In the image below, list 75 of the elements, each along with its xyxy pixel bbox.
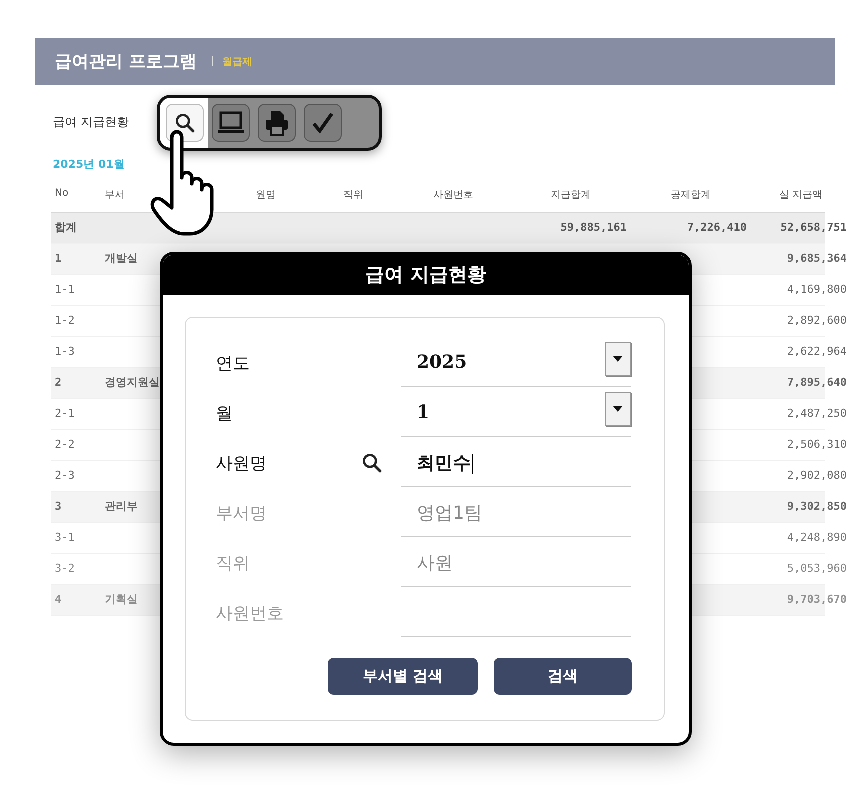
table-cell-text: 2,487,250 [786,406,848,422]
column-header: 지급합계 [550,189,592,203]
input-field[interactable]: 최민수 [401,440,631,486]
table-cell-text: 2 [54,375,63,391]
field-label: 직위 [216,552,251,574]
section-title: 급여 지급현황 [53,114,129,130]
table-cell-text: 3-1 [54,530,76,546]
table-cell-text: 기획실 [104,592,139,608]
column-header: No [54,187,70,201]
dropdown-button[interactable] [605,342,631,376]
field-label: 사원명 [216,452,268,474]
table-cell-text: 3 [54,499,63,515]
table-cell-text: 52,658,751 [780,220,848,236]
table-cell-text: 4,169,800 [786,282,848,298]
search-button[interactable]: 부서별 검색 [328,658,478,695]
period-label: 2025년 01월 [53,158,125,171]
select-field[interactable]: 1 [401,390,631,436]
table-cell-text: 2,622,964 [786,344,848,360]
table-cell-text: 9,302,850 [786,499,848,515]
printer-icon [265,110,289,136]
table-cell-text: 4 [54,592,63,608]
toolbar-button[interactable] [258,104,296,142]
dropdown-button[interactable] [605,392,631,426]
pay-mode-label: 월급제 [222,56,252,68]
table-cell-text: 2-2 [54,437,76,453]
column-header: 실 지급액 [778,189,824,203]
table-cell-text: 7,226,410 [686,220,748,236]
table-cell-text: 4,248,890 [786,530,848,546]
table-cell-text: 합계 [54,220,78,236]
app-title: 급여관리 프로그램 [55,51,197,73]
select-field[interactable]: 2025 [401,340,631,386]
field-value: 최민수 [417,452,473,474]
table-cell-text: 관리부 [104,499,139,515]
field-value: 영업1팀 [417,502,482,524]
check-icon [311,111,335,135]
table-cell-text: 1-3 [54,344,76,360]
search-button[interactable]: 검색 [494,658,632,695]
column-header: 공제합계 [670,189,712,203]
caret-icon [613,356,623,362]
table-cell-text: 7,895,640 [786,375,848,391]
column-header: 부서 [104,189,126,203]
table-cell-text: 5,053,960 [786,561,848,577]
table-cell-text: 3-2 [54,561,76,577]
dialog-title: 급여 지급현황 [163,255,689,295]
caret-icon [613,406,623,412]
table-cell-text: 2-3 [54,468,76,484]
field-label: 사원번호 [216,602,285,624]
table-cell-text: 1 [54,251,63,267]
table-cell-text: 9,703,670 [786,592,848,608]
table-cell-text: 59,885,161 [560,220,628,236]
table-cell-text: 2,506,310 [786,437,848,453]
laptop-icon [217,111,245,135]
search-icon [174,112,196,134]
toolbar-button[interactable] [212,104,250,142]
separator: | [210,56,214,67]
field-label: 월 [216,402,234,424]
table-cell-text: 경영지원실 [104,375,161,391]
table-cell-text: 2-1 [54,406,76,422]
table-cell-text: 1-1 [54,282,76,298]
field-value: 2025 [417,352,468,373]
table-cell-text: 1-2 [54,313,76,329]
column-header: 사원번호 [432,189,474,203]
field-value: 1 [417,402,430,423]
column-header: 직위 [342,189,364,203]
table-cell-text: 2,902,080 [786,468,848,484]
column-header: 원명 [255,189,277,203]
table-cell-text: 9,685,364 [786,251,848,267]
field-label: 연도 [216,352,251,374]
field-value: 사원 [417,552,453,574]
toolbar-button[interactable] [304,104,342,142]
search-icon [361,452,383,474]
toolbar-button[interactable] [166,104,204,142]
table-cell-text: 개발실 [104,251,139,267]
field-label: 부서명 [216,502,268,524]
table-cell-text: 2,892,600 [786,313,848,329]
